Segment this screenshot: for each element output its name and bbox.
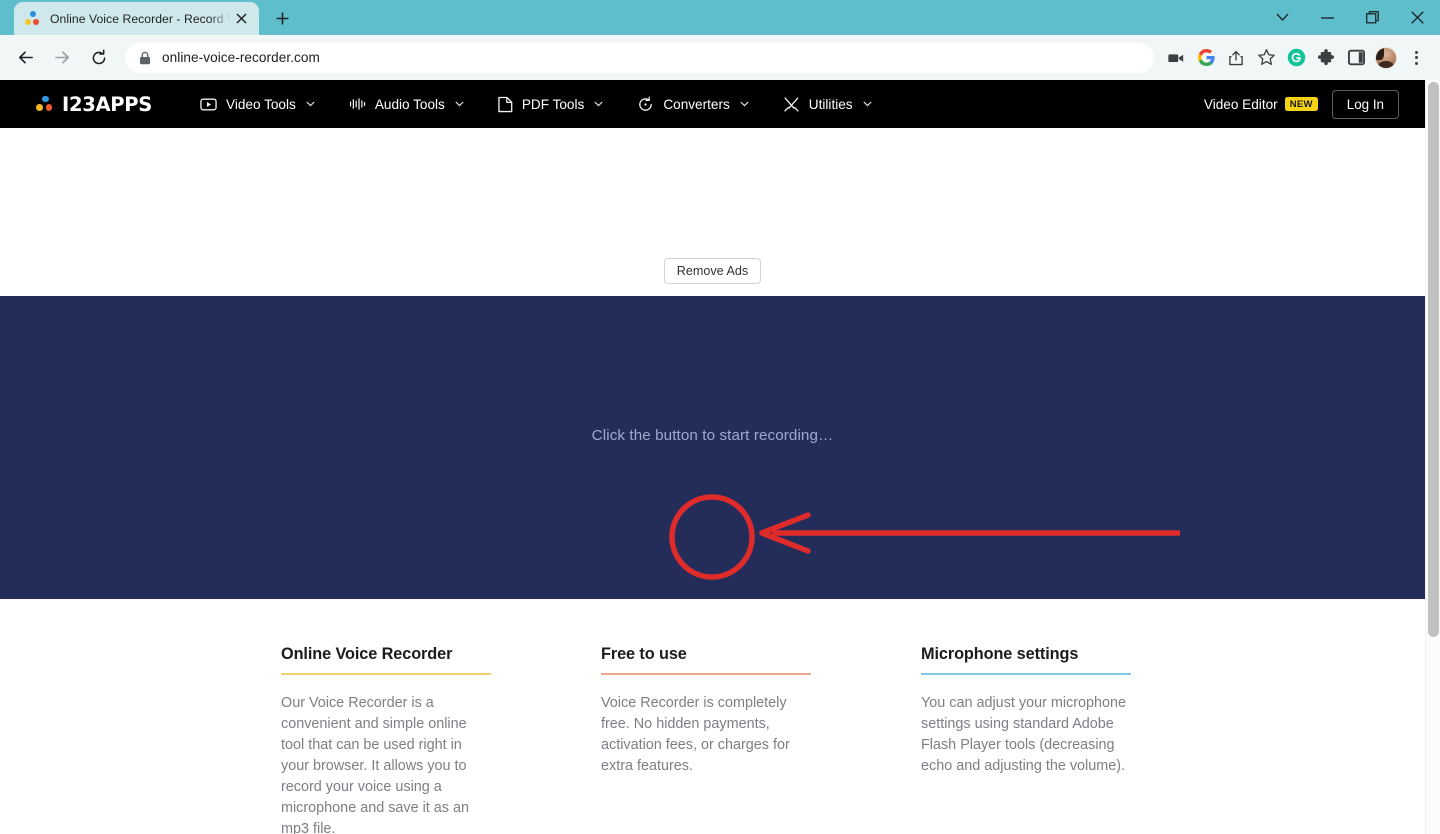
video-camera-icon[interactable] [1162, 44, 1190, 72]
chevron-down-icon [455, 99, 464, 109]
feature-body: Voice Recorder is completely free. No hi… [601, 695, 790, 774]
lock-icon [139, 51, 151, 65]
browser-window: Online Voice Recorder - Record V online-… [0, 0, 1440, 834]
nav-label: PDF Tools [521, 96, 585, 112]
page-viewport: I23APPS Video Tools Audio Tools PDF Tool… [0, 80, 1440, 834]
toolbar-icon-group [1162, 44, 1430, 72]
remove-ads-button[interactable]: Remove Ads [663, 258, 762, 284]
feature-rule [281, 673, 491, 675]
login-button[interactable]: Log In [1331, 89, 1399, 119]
chevron-down-icon [594, 99, 603, 109]
features-section: Online Voice Recorder Our Voice Recorder… [0, 599, 1425, 834]
reload-icon[interactable] [82, 41, 116, 75]
nav-right-group: Video Editor NEW Log In [1204, 89, 1399, 119]
feature-column-free-to-use: Free to use Voice Recorder is completely… [601, 645, 811, 834]
brand-name: I23APPS [62, 92, 153, 116]
nav-label: Audio Tools [374, 96, 445, 112]
recording-hint-text: Click the button to start recording… [591, 427, 834, 444]
url-text: online-voice-recorder.com [162, 50, 320, 65]
browser-tab[interactable]: Online Voice Recorder - Record V [14, 2, 259, 35]
feature-rule [601, 673, 811, 675]
nav-label: Video Tools [226, 96, 296, 112]
feature-column-microphone-settings: Microphone settings You can adjust your … [921, 645, 1131, 834]
window-controls [1260, 0, 1440, 35]
nav-item-converters[interactable]: Converters [637, 96, 749, 113]
feature-title: Free to use [601, 645, 687, 663]
chevron-down-icon [306, 99, 315, 109]
tab-search-chevron-down-icon[interactable] [1260, 0, 1305, 35]
nav-item-audio-tools[interactable]: Audio Tools [349, 96, 464, 112]
annotation-highlight-circle [669, 494, 755, 580]
feature-body: Our Voice Recorder is a convenient and s… [281, 695, 469, 834]
scrollbar-thumb[interactable] [1428, 82, 1439, 637]
nav-item-pdf-tools[interactable]: PDF Tools [498, 96, 603, 113]
nav-label: Utilities [808, 96, 853, 112]
window-close-icon[interactable] [1395, 0, 1440, 35]
video-editor-label: Video Editor [1203, 96, 1278, 112]
chevron-down-icon [862, 99, 872, 109]
new-badge: NEW [1284, 96, 1318, 112]
feature-title: Online Voice Recorder [281, 645, 453, 663]
address-bar[interactable]: online-voice-recorder.com [125, 42, 1154, 73]
site-navigation-bar: I23APPS Video Tools Audio Tools PDF Tool… [0, 80, 1425, 128]
nav-item-utilities[interactable]: Utilities [783, 96, 872, 113]
annotation-overlay [669, 494, 1180, 580]
document-icon [498, 96, 513, 113]
feature-column-online-voice-recorder: Online Voice Recorder Our Voice Recorder… [281, 645, 491, 834]
page-scrollbar[interactable] [1425, 80, 1440, 834]
brand-logo[interactable]: I23APPS [36, 93, 152, 116]
play-button-icon [200, 96, 217, 113]
annotation-pointer-arrow-left [759, 512, 1180, 554]
logo-dots-icon [36, 95, 53, 113]
waveform-icon [349, 96, 366, 112]
profile-avatar[interactable] [1372, 44, 1400, 72]
advertisement-area: Remove Ads [0, 128, 1425, 296]
feature-body: You can adjust your microphone settings … [921, 695, 1127, 774]
three-dot-menu-icon[interactable] [1402, 44, 1430, 72]
crossed-tools-icon [783, 96, 800, 113]
browser-toolbar: online-voice-recorder.com [0, 35, 1440, 80]
forward-arrow-icon[interactable] [45, 41, 79, 75]
recorder-panel: Click the button to start recording… [0, 296, 1425, 599]
chevron-down-icon [740, 99, 749, 109]
refresh-circle-icon [637, 96, 654, 113]
grammarly-icon[interactable] [1282, 44, 1310, 72]
google-lens-icon[interactable] [1192, 44, 1220, 72]
share-icon[interactable] [1222, 44, 1250, 72]
nav-item-video-tools[interactable]: Video Tools [200, 96, 315, 113]
maximize-icon[interactable] [1350, 0, 1395, 35]
tab-title: Online Voice Recorder - Record V [50, 11, 231, 26]
tab-close-icon[interactable] [231, 9, 251, 29]
nav-label: Converters [663, 96, 730, 112]
favicon-123apps-icon [25, 10, 41, 27]
back-arrow-icon[interactable] [8, 41, 42, 75]
feature-title: Microphone settings [921, 645, 1079, 663]
feature-rule [921, 673, 1131, 675]
minimize-icon[interactable] [1305, 0, 1350, 35]
new-tab-button[interactable] [268, 4, 296, 32]
extensions-puzzle-icon[interactable] [1312, 44, 1340, 72]
tab-strip: Online Voice Recorder - Record V [0, 0, 1440, 35]
web-page: I23APPS Video Tools Audio Tools PDF Tool… [0, 80, 1425, 834]
side-panel-icon[interactable] [1342, 44, 1370, 72]
bookmark-star-icon[interactable] [1252, 44, 1280, 72]
video-editor-link[interactable]: Video Editor NEW [1204, 97, 1318, 112]
